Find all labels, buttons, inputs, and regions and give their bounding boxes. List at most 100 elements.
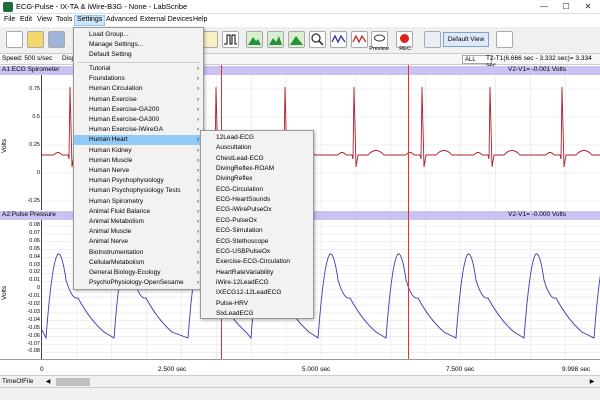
menu-item-ecg-pulseox[interactable]: ECG-PulseOx xyxy=(201,216,313,226)
scroll-right-icon[interactable]: ▶ xyxy=(588,378,596,386)
y-tick: 0.5 xyxy=(32,114,40,120)
menu-item-cellularmetabolism[interactable]: CellularMetabolism › xyxy=(74,258,203,268)
analysis-icon[interactable] xyxy=(496,31,513,48)
menu-file[interactable]: File xyxy=(2,16,17,23)
status-bar xyxy=(0,387,600,400)
cursor-line-t2[interactable] xyxy=(408,65,409,359)
menu-item-animal-metabolism[interactable]: Animal Metabolism › xyxy=(74,217,203,227)
x-tick: 9.998 sec xyxy=(562,366,591,373)
horizontal-scrollbar-thumb[interactable] xyxy=(56,378,90,386)
menu-item-label: Human Psychophysiology xyxy=(89,177,164,185)
menu-item-ecg-heartsounds[interactable]: ECG-HeartSounds xyxy=(201,195,313,205)
mountain-double-icon[interactable] xyxy=(267,31,284,48)
maximize-button[interactable]: ☐ xyxy=(558,1,574,13)
pulse-wave-icon[interactable] xyxy=(222,31,239,48)
menu-item-foundations[interactable]: Foundations › xyxy=(74,74,203,84)
y-tick: 0.01 xyxy=(29,277,40,284)
menu-advanced[interactable]: Advanced xyxy=(104,16,139,23)
menu-settings[interactable]: Settings xyxy=(74,15,106,26)
submenu-arrow-icon: › xyxy=(197,96,199,103)
menu-view[interactable]: View xyxy=(35,16,54,23)
default-view-button[interactable]: Default View xyxy=(443,32,489,47)
menu-item-tutorial[interactable]: Tutorial › xyxy=(74,64,203,74)
menu-item-divingreflex[interactable]: DivingReflex xyxy=(201,174,313,184)
menu-item-human-muscle[interactable]: Human Muscle › xyxy=(74,156,203,166)
y-tick: -0.04 xyxy=(27,316,40,323)
save-icon[interactable] xyxy=(48,31,65,48)
menu-edit[interactable]: Edit xyxy=(18,16,34,23)
menu-external-devices[interactable]: External Devices xyxy=(138,16,195,23)
menu-item-iwire-12leadecg[interactable]: iWire-12LeadECG xyxy=(201,278,313,288)
menu-item-label: Animal Metabolism xyxy=(89,218,144,225)
minimize-button[interactable]: — xyxy=(536,1,552,13)
menu-item-human-exercise-iwirega[interactable]: Human Exercise-iWireGA › xyxy=(74,125,203,135)
y-axis-label: Volts xyxy=(1,285,8,300)
open-folder-icon[interactable] xyxy=(27,31,44,48)
menu-item-ecg-iwirepulseox[interactable]: ECG-iWirePulseOx xyxy=(201,205,313,215)
menu-tools[interactable]: Tools xyxy=(54,16,74,23)
menu-item-divingreflex-roam[interactable]: DivingReflex-ROAM xyxy=(201,164,313,174)
menu-item-label: BioInstrumentation xyxy=(89,248,144,256)
menu-item-human-exercise[interactable]: Human Exercise › xyxy=(74,95,203,105)
menu-item-ixecg12-12leadecg[interactable]: IXECG12-12LeadECG xyxy=(201,288,313,298)
menu-item-12lead-ecg[interactable]: 12Lead-ECG xyxy=(201,133,313,143)
submenu-arrow-icon: › xyxy=(197,178,199,185)
menu-item-human-psychophysiology[interactable]: Human Psychophysiology › xyxy=(74,176,203,186)
menu-item-ecg-simulation[interactable]: ECG-Simulation xyxy=(201,226,313,236)
new-file-icon[interactable] xyxy=(6,31,23,48)
preview-label: Preview xyxy=(369,46,389,52)
menu-item-sixleadecg[interactable]: SixLeadECG xyxy=(201,309,313,319)
menu-item-animal-muscle[interactable]: Animal Muscle › xyxy=(74,227,203,237)
menu-item-human-psychophysiology-tests[interactable]: Human Psychophysiology Tests › xyxy=(74,186,203,196)
screen-view-icon[interactable] xyxy=(424,31,441,48)
app-icon xyxy=(3,2,13,12)
menu-item-default-setting[interactable]: Default Setting xyxy=(74,50,203,60)
y-tick: 0.02 xyxy=(29,269,40,276)
menu-item-ecg-circulation[interactable]: ECG-Circulation xyxy=(201,185,313,195)
x-tick: 5.000 sec xyxy=(302,366,331,373)
menu-help[interactable]: Help xyxy=(191,16,209,23)
waveform-red-icon[interactable] xyxy=(351,31,368,48)
menu-item-human-circulation[interactable]: Human Circulation › xyxy=(74,84,203,94)
mountain-scale-icon[interactable] xyxy=(288,31,305,48)
y-tick: 0.07 xyxy=(29,229,40,236)
y-tick: -0.02 xyxy=(27,301,40,307)
menu-item-animal-nerve[interactable]: Animal Nerve › xyxy=(74,237,203,247)
channel-readout: V2-V1= -0.001 Volts xyxy=(508,66,566,73)
scroll-left-icon[interactable]: ◀ xyxy=(44,378,52,386)
human-heart-submenu: 12Lead-ECG Auscultation ChestLead-ECG Divin… xyxy=(200,130,314,319)
menu-item-load-group[interactable]: Load Group... xyxy=(74,30,203,40)
menu-item-psychophysiology-opensesame[interactable]: PsychoPhysiology-OpenSesame › xyxy=(74,278,203,288)
menu-item-animal-fluid-balance[interactable]: Animal Fluid Balance › xyxy=(74,207,203,217)
menu-item-ecg-stethoscope[interactable]: ECG-Stethoscope xyxy=(201,237,313,247)
rec-label: REC xyxy=(399,46,411,52)
menu-item-human-exercise-ga300[interactable]: Human Exercise-GA300 › xyxy=(74,115,203,125)
scroll-row: TimeOfFile ◀ ▶ xyxy=(0,375,600,387)
menu-item-label: Foundations xyxy=(89,75,125,83)
y-axis-label: Volts xyxy=(1,138,8,153)
menu-item-exercise-ecg-circulation[interactable]: Exercise-ECG-Circulation xyxy=(201,257,313,267)
menu-item-human-heart[interactable]: Human Heart › xyxy=(74,135,203,146)
waveform-blue-icon[interactable] xyxy=(330,31,347,48)
menu-item-auscultation[interactable]: Auscultation xyxy=(201,143,313,153)
mountain-view-icon[interactable] xyxy=(246,31,263,48)
speed-readout[interactable]: Speed: 500 s/sec xyxy=(2,55,52,62)
menu-item-manage-settings[interactable]: Manage Settings... xyxy=(74,40,203,50)
menu-item-ecg-usbpulseox[interactable]: ECG-USBPulseOx xyxy=(201,247,313,257)
menu-item-pulse-hrv[interactable]: Pulse-HRV xyxy=(201,299,313,309)
menu-item-general-biology-ecology[interactable]: General Biology-Ecology › xyxy=(74,268,203,278)
menu-item-label: Human Circulation xyxy=(89,85,143,93)
zoom-icon[interactable] xyxy=(309,31,326,48)
submenu-arrow-icon: › xyxy=(197,66,199,72)
menu-item-label: Tutorial xyxy=(89,65,111,72)
menu-item-human-nerve[interactable]: Human Nerve › xyxy=(74,166,203,176)
menu-item-human-exercise-ga200[interactable]: Human Exercise-GA200 › xyxy=(74,105,203,115)
menu-item-human-spirometry[interactable]: Human Spirometry › xyxy=(74,197,203,207)
menu-item-human-kidney[interactable]: Human Kidney › xyxy=(74,146,203,156)
menu-item-bioinstrumentation[interactable]: BioInstrumentation › xyxy=(74,248,203,258)
submenu-arrow-icon: › xyxy=(197,239,199,246)
y-tick: 0.06 xyxy=(29,237,40,244)
menu-item-heartratevariability[interactable]: HeartRateVariability xyxy=(201,268,313,278)
menu-item-chestlead-ecg[interactable]: ChestLead-ECG xyxy=(201,154,313,164)
close-button[interactable]: ✕ xyxy=(580,1,596,13)
